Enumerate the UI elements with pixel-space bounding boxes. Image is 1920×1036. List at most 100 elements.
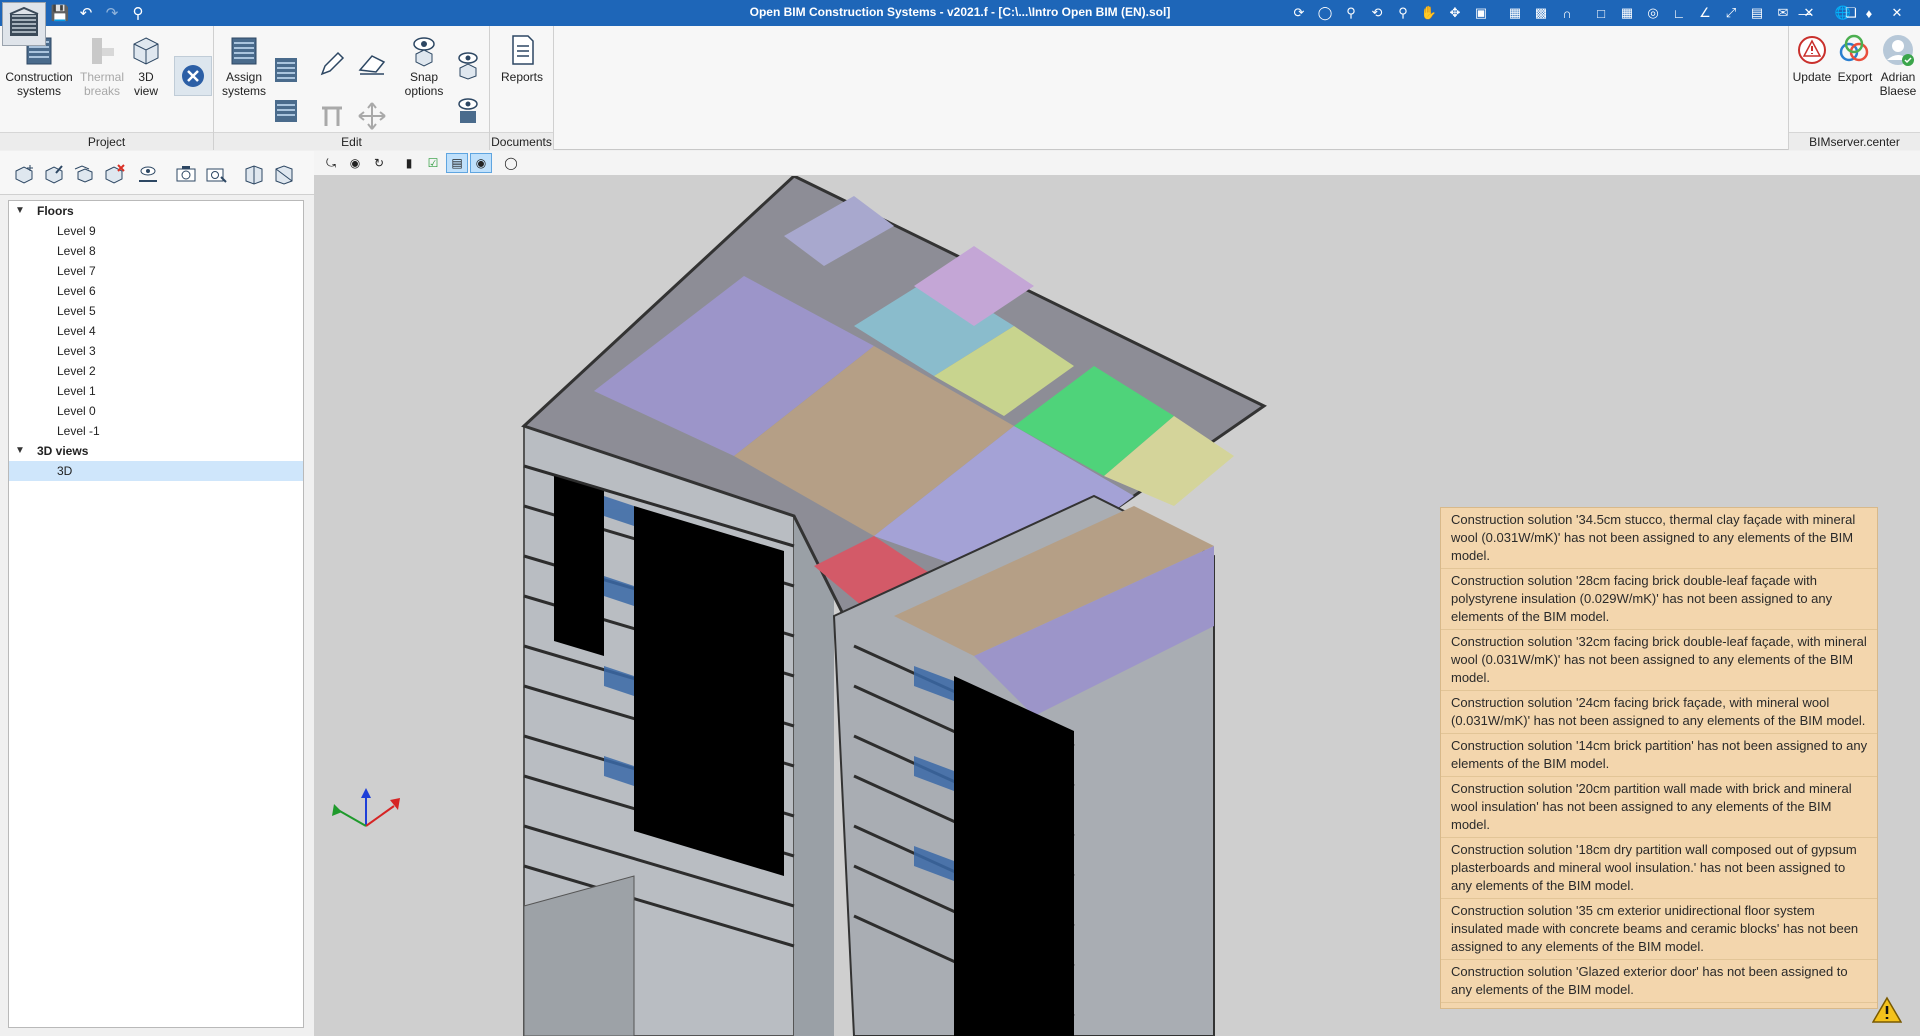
- update-button[interactable]: Update: [1791, 32, 1833, 84]
- quick-access-toolbar: 💾 ↶ ↷ ⚲: [50, 3, 148, 23]
- cube-icon: [133, 37, 159, 65]
- chevron-down-icon[interactable]: ▼: [15, 201, 25, 221]
- project-tree: ▼ Floors Level 9 Level 8 Level 7 Level 6 Lev…: [8, 200, 304, 1028]
- undo-icon[interactable]: ↶: [76, 3, 96, 23]
- add-floor-icon[interactable]: [12, 163, 36, 185]
- assign-floor-icon[interactable]: [270, 94, 302, 126]
- unassigned-systems-panel: Construction solution '34.5cm stucco, th…: [1440, 507, 1878, 1009]
- tree-item-level[interactable]: Level -1: [9, 421, 303, 441]
- move-view-icon[interactable]: ✥: [1443, 2, 1467, 24]
- viewport-toolbar: ⤿ ◉ ↻ ▮ ☑ ▤ ◉ ◯: [314, 151, 1920, 176]
- grid-snap-icon[interactable]: ▩: [1529, 2, 1553, 24]
- copy-icon[interactable]: [316, 100, 348, 132]
- tree-item-label: Level 9: [57, 224, 96, 238]
- warning-message: Construction solution 'Glazed exterior d…: [1441, 960, 1877, 1003]
- bimserver-group: Update Export Adrian Blaese BIMserver.ce…: [1788, 26, 1920, 150]
- frame-icon[interactable]: □: [1589, 2, 1613, 24]
- zoom-extents-icon[interactable]: ◯: [1313, 2, 1337, 24]
- tree-item-level[interactable]: Level 2: [9, 361, 303, 381]
- tree-item-label: Level 0: [57, 404, 96, 418]
- zoom-previous-icon[interactable]: ⟲: [1365, 2, 1389, 24]
- tree-item-level[interactable]: Level 0: [9, 401, 303, 421]
- tree-item-level[interactable]: Level 4: [9, 321, 303, 341]
- zoom-icon[interactable]: ⚲: [1391, 2, 1415, 24]
- snap-options-button[interactable]: Snap options: [400, 32, 448, 98]
- close-view-button[interactable]: [174, 56, 212, 96]
- view-systems-icon[interactable]: [452, 94, 484, 126]
- 3d-toggle-icon[interactable]: ◯: [500, 153, 522, 173]
- open-view-icon[interactable]: [242, 163, 266, 185]
- copy-floor-icon[interactable]: [72, 163, 96, 185]
- eye-cube-icon: [413, 37, 435, 67]
- colour-legend-icon[interactable]: ▮: [398, 153, 420, 173]
- camera-search-icon[interactable]: [204, 163, 228, 185]
- document-icon[interactable]: ▤: [1745, 2, 1769, 24]
- check-icon[interactable]: ☑: [422, 153, 444, 173]
- tree-item-level[interactable]: Level 3: [9, 341, 303, 361]
- thermal-breaks-button[interactable]: Thermal breaks: [78, 32, 126, 98]
- export-button[interactable]: Export: [1835, 32, 1875, 84]
- zoom-window-icon[interactable]: ⚲: [1339, 2, 1363, 24]
- view-wall-icon[interactable]: [452, 48, 484, 80]
- grid-icon[interactable]: ▦: [1615, 2, 1639, 24]
- move-icon[interactable]: [356, 100, 388, 132]
- tree-item-level[interactable]: Level 1: [9, 381, 303, 401]
- tree-item-level[interactable]: Level 8: [9, 241, 303, 261]
- tree-item-label: Level 4: [57, 324, 96, 338]
- restore-icon[interactable]: ❏: [1828, 0, 1874, 26]
- point-snap-icon[interactable]: ◎: [1641, 2, 1665, 24]
- chevron-down-icon[interactable]: ▼: [15, 441, 25, 461]
- orbit-icon[interactable]: ⟳: [1287, 2, 1311, 24]
- tree-item-label: 3D: [57, 464, 73, 478]
- axes-icon[interactable]: ⤿: [320, 153, 342, 173]
- redo-icon[interactable]: ↷: [102, 3, 122, 23]
- visibility-icon[interactable]: ◉: [344, 153, 366, 173]
- delete-floor-icon[interactable]: [102, 163, 126, 185]
- edit-floor-icon[interactable]: [42, 163, 66, 185]
- close-circle-icon: [182, 65, 204, 87]
- assign-wall-icon[interactable]: [270, 54, 302, 86]
- section-view-icon[interactable]: [272, 163, 296, 185]
- assign-systems-button[interactable]: Assign systems: [220, 32, 268, 98]
- plan-view-icon[interactable]: ▤: [446, 153, 468, 173]
- warning-message: Construction solution '28cm facing brick…: [1441, 569, 1877, 630]
- minimize-icon[interactable]: —: [1782, 0, 1828, 26]
- tree-node-3d-views[interactable]: ▼ 3D views: [9, 441, 303, 461]
- eraser-icon[interactable]: [356, 48, 388, 80]
- app-logo[interactable]: [2, 2, 46, 46]
- tree-item-level[interactable]: Level 5: [9, 301, 303, 321]
- app-logo-icon: [9, 6, 39, 36]
- polar-icon[interactable]: ∠: [1693, 2, 1717, 24]
- tracking-icon[interactable]: ⤢: [1719, 2, 1743, 24]
- close-icon[interactable]: ✕: [1874, 0, 1920, 26]
- select-icon[interactable]: ▣: [1469, 2, 1493, 24]
- reports-button[interactable]: Reports: [498, 32, 546, 84]
- 3d-view-button[interactable]: 3D view: [128, 32, 164, 98]
- layers-icon[interactable]: ▦: [1503, 2, 1527, 24]
- tree-node-floors[interactable]: ▼ Floors: [9, 201, 303, 221]
- tree-item-level[interactable]: Level 9: [9, 221, 303, 241]
- tree-item-level[interactable]: Level 6: [9, 281, 303, 301]
- documents-group: Reports Documents: [490, 26, 554, 150]
- user-account-button[interactable]: Adrian Blaese: [1877, 32, 1919, 98]
- edit-group-label: Edit: [214, 132, 489, 150]
- ribbon: Construction systems Thermal breaks 3D v…: [0, 26, 1920, 150]
- pan-icon[interactable]: ✋: [1417, 2, 1441, 24]
- rotate-view-icon[interactable]: ↻: [368, 153, 390, 173]
- pencil-icon[interactable]: [316, 48, 348, 80]
- tree-item-view[interactable]: 3D: [9, 461, 303, 481]
- magnet-icon[interactable]: ∩: [1555, 2, 1579, 24]
- tree-item-label: Level -1: [57, 424, 100, 438]
- tree-item-level[interactable]: Level 7: [9, 261, 303, 281]
- search-icon[interactable]: ⚲: [128, 3, 148, 23]
- camera-icon[interactable]: [174, 163, 198, 185]
- warning-message: Construction solution '32cm facing brick…: [1441, 630, 1877, 691]
- level-view-icon[interactable]: [136, 163, 160, 185]
- warning-message: Construction solution '20cm partition wa…: [1441, 777, 1877, 838]
- avatar-icon: [1883, 35, 1914, 66]
- ortho-icon[interactable]: ∟: [1667, 2, 1691, 24]
- show-hidden-icon[interactable]: ◉: [470, 153, 492, 173]
- bimserver-group-label: BIMserver.center: [1789, 132, 1920, 150]
- save-icon[interactable]: 💾: [50, 3, 70, 23]
- warning-icon[interactable]: [1872, 996, 1902, 1024]
